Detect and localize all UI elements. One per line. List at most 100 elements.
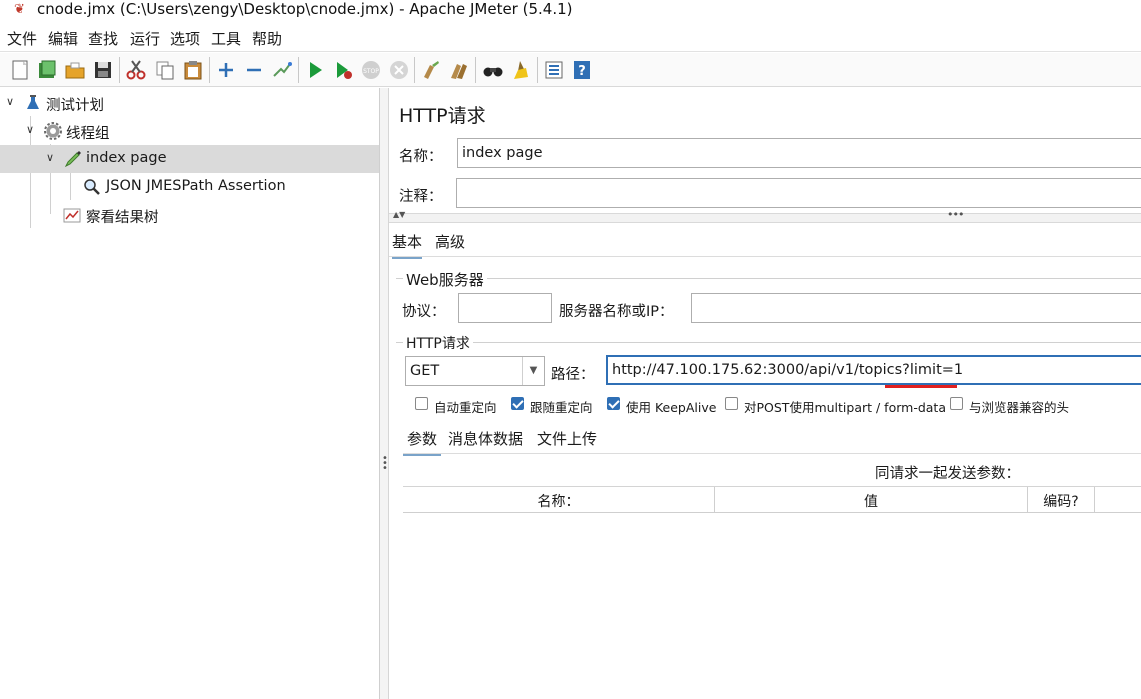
toolbar-separator (414, 57, 415, 83)
section-splitter[interactable]: ▲▼ ••• (389, 208, 1141, 223)
fieldset-border (396, 342, 1141, 343)
http-request-legend: HTTP请求 (403, 333, 473, 353)
flask-icon (27, 95, 39, 109)
browser-headers-checkbox[interactable] (950, 397, 963, 410)
expand-icon[interactable] (214, 58, 238, 82)
toolbar-separator (119, 57, 120, 83)
comment-label: 注释： (399, 189, 443, 205)
tab-advanced[interactable]: 高级 (435, 231, 465, 256)
svg-text:STOP: STOP (363, 68, 379, 75)
function-helper-icon[interactable] (542, 58, 566, 82)
column-header-encode[interactable]: 编码? (1028, 491, 1094, 511)
templates-icon[interactable] (35, 58, 59, 82)
reset-search-icon[interactable] (509, 58, 533, 82)
tab-body-data[interactable]: 消息体数据 (448, 428, 523, 453)
column-header-name[interactable]: 名称： (403, 491, 714, 511)
tree-item-thread-group[interactable]: ∨ 线程组 (0, 117, 379, 145)
name-label: 名称： (399, 149, 443, 165)
new-icon[interactable] (8, 58, 32, 82)
tree-item-label: 测试计划 (46, 98, 104, 114)
copy-icon[interactable] (153, 58, 177, 82)
gear-icon (44, 122, 62, 140)
tree-item-json-assertion[interactable]: JSON JMESPath Assertion (0, 173, 379, 201)
tree-item-label: JSON JMESPath Assertion (106, 178, 286, 194)
follow-redirect-checkbox[interactable] (511, 397, 524, 410)
open-icon[interactable] (63, 58, 87, 82)
protocol-field[interactable] (458, 293, 552, 323)
search-icon[interactable] (481, 58, 505, 82)
paste-icon[interactable] (181, 58, 205, 82)
keepalive-label: 使用 KeepAlive (626, 400, 717, 415)
collapse-icon[interactable] (242, 58, 266, 82)
page-title: HTTP请求 (399, 105, 486, 127)
params-table[interactable]: 名称： 值 编码? (403, 486, 1141, 699)
toolbar: STOP ? (0, 53, 1141, 87)
chevron-down-icon[interactable]: ∨ (26, 123, 34, 136)
toolbar-separator (209, 57, 210, 83)
shutdown-icon[interactable] (387, 58, 411, 82)
chevron-down-icon[interactable]: ∨ (46, 151, 54, 164)
browser-headers-label: 与浏览器兼容的头 (969, 400, 1070, 415)
collapse-arrows-icon[interactable]: ▲▼ (393, 210, 405, 219)
tab-parameters[interactable]: 参数 (403, 428, 442, 456)
column-header-value[interactable]: 值 (715, 491, 1027, 511)
chevron-down-icon[interactable]: ∨ (6, 95, 14, 108)
method-select[interactable]: GET ▼ (405, 356, 545, 386)
window-title: cnode.jmx (C:\Users\zengy\Desktop\cnode.… (37, 0, 573, 18)
toolbar-separator (475, 57, 476, 83)
stop-icon[interactable]: STOP (359, 58, 383, 82)
http-request-panel: HTTP请求 名称： index page 注释： ▲▼ ••• 基本 高级 W… (389, 88, 1141, 699)
save-icon[interactable] (91, 58, 115, 82)
path-field[interactable]: http://47.100.175.62:3000/api/v1/topics?… (606, 355, 1141, 385)
svg-text:?: ? (578, 64, 586, 79)
test-plan-tree: ∨ 测试计划 ∨ 线程组 ∨ index page JSON JMESPath … (0, 88, 380, 699)
path-label: 路径： (551, 367, 595, 383)
follow-redirect-label: 跟随重定向 (530, 400, 593, 415)
server-label: 服务器名称或IP： (559, 304, 674, 320)
menu-search[interactable]: 查找 (88, 30, 118, 48)
toggle-icon[interactable] (270, 58, 294, 82)
auto-redirect-checkbox[interactable] (415, 397, 428, 410)
clear-all-icon[interactable] (447, 58, 471, 82)
cut-icon[interactable] (124, 58, 148, 82)
tree-item-label: 察看结果树 (86, 210, 159, 226)
panel-splitter[interactable]: • • • (380, 88, 389, 699)
tab-files-upload[interactable]: 文件上传 (537, 428, 597, 453)
jmeter-feather-icon: ❦ (14, 2, 25, 17)
tab-divider (389, 256, 1141, 257)
menu-edit[interactable]: 编辑 (48, 30, 78, 48)
tree-item-view-results-tree[interactable]: 察看结果树 (0, 201, 379, 229)
chevron-down-icon[interactable]: ▼ (522, 357, 544, 385)
auto-redirect-label: 自动重定向 (434, 400, 497, 415)
menu-bar: 文件 编辑 查找 运行 选项 工具 帮助 (0, 26, 1141, 52)
params-caption: 同请求一起发送参数： (875, 466, 1020, 482)
keepalive-checkbox[interactable] (607, 397, 620, 410)
menu-options[interactable]: 选项 (170, 30, 200, 48)
fieldset-border (396, 278, 1141, 279)
method-value: GET (410, 363, 440, 379)
splitter-grip-icon: ••• (382, 453, 388, 474)
help-icon[interactable]: ? (570, 58, 594, 82)
multipart-checkbox[interactable] (725, 397, 738, 410)
web-server-legend: Web服务器 (403, 269, 487, 290)
table-header: 名称： 值 编码? (403, 487, 1141, 513)
name-field[interactable]: index page (457, 138, 1141, 168)
start-no-pause-icon[interactable] (331, 58, 355, 82)
clear-icon[interactable] (419, 58, 443, 82)
menu-run[interactable]: 运行 (130, 30, 160, 48)
highlight-underline (885, 385, 957, 388)
menu-file[interactable]: 文件 (7, 30, 37, 48)
multipart-label: 对POST使用multipart / form-data (744, 400, 946, 415)
menu-tools[interactable]: 工具 (211, 30, 241, 48)
comment-field[interactable] (456, 178, 1141, 208)
server-field[interactable] (691, 293, 1141, 323)
tab-basic[interactable]: 基本 (392, 231, 423, 259)
title-bar: ❦ cnode.jmx (C:\Users\zengy\Desktop\cnod… (0, 0, 1141, 24)
graph-icon (63, 208, 81, 223)
subtab-divider (403, 453, 1141, 454)
toolbar-separator (537, 57, 538, 83)
menu-help[interactable]: 帮助 (252, 30, 282, 48)
tree-item-index-page[interactable]: ∨ index page (0, 145, 379, 173)
start-icon[interactable] (303, 58, 327, 82)
tree-item-test-plan[interactable]: ∨ 测试计划 (0, 89, 379, 117)
